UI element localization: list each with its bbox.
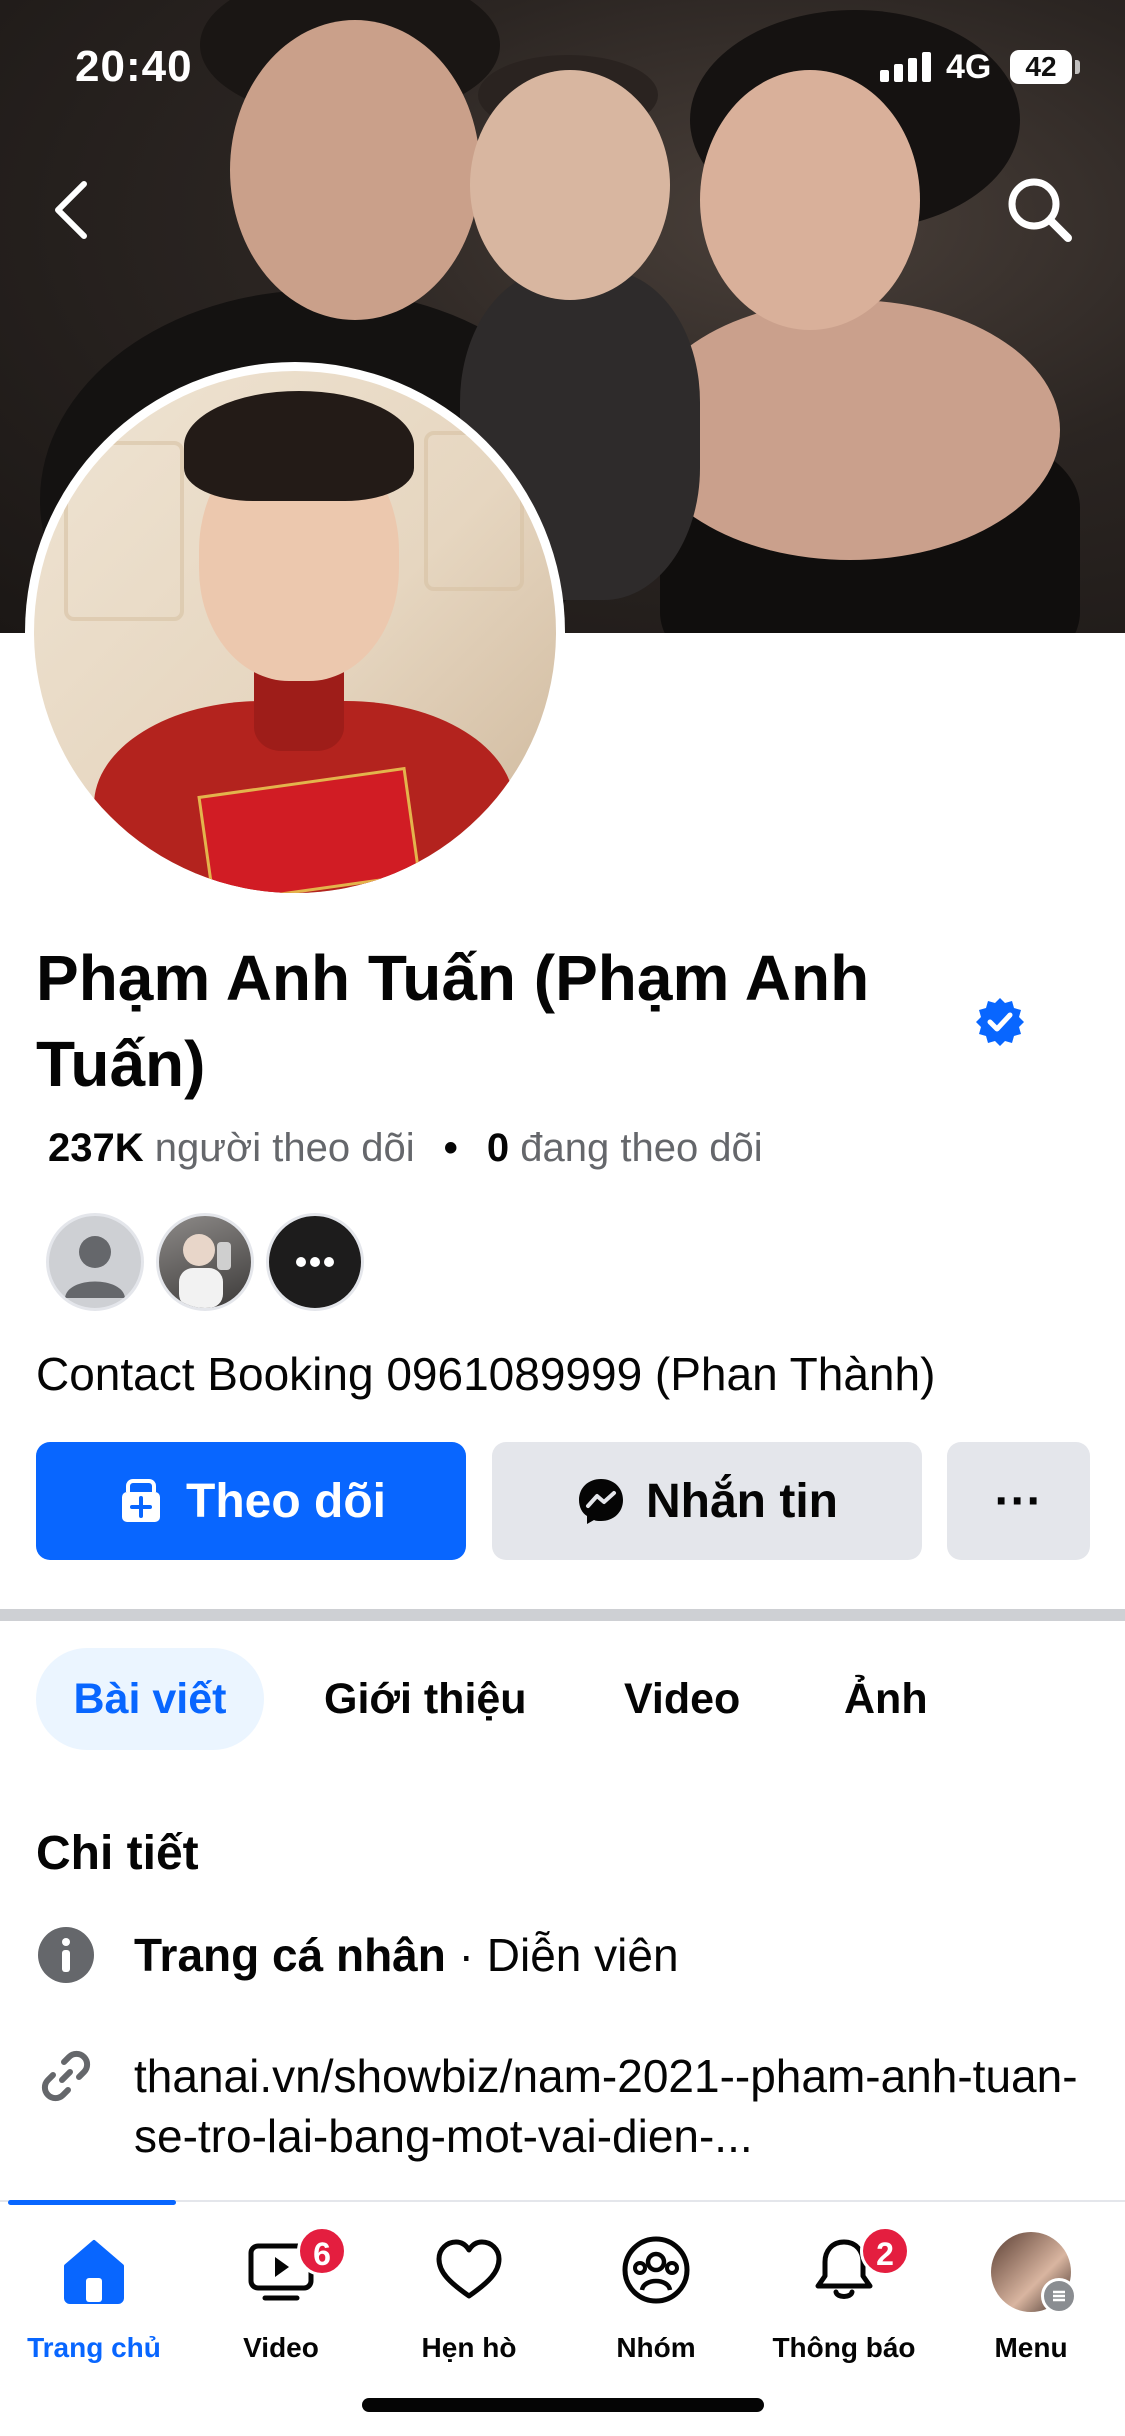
- nav-label: Menu: [994, 2332, 1068, 2363]
- nav-notifications[interactable]: 2 Thông báo: [750, 2226, 938, 2382]
- following-label: đang theo dõi: [520, 1126, 763, 1170]
- details-heading: Chi tiết: [36, 1827, 199, 1880]
- message-label: Nhắn tin: [646, 1474, 838, 1528]
- followers-count: 237K: [48, 1126, 144, 1170]
- nav-label: Nhóm: [616, 2332, 696, 2363]
- nav-label: Trang chủ: [27, 2332, 161, 2363]
- follow-stats[interactable]: 237K người theo dõi • 0 đang theo dõi: [48, 1126, 763, 1171]
- tab-posts[interactable]: Bài viết: [36, 1648, 264, 1750]
- followers-label: người theo dõi: [154, 1126, 415, 1170]
- follow-label: Theo dõi: [186, 1474, 386, 1528]
- section-divider: [0, 1609, 1125, 1621]
- nav-groups[interactable]: Nhóm: [562, 2232, 750, 2382]
- follower-photo: [179, 1234, 231, 1308]
- more-icon: [296, 1257, 334, 1267]
- tab-video[interactable]: Video: [624, 1648, 740, 1750]
- following-count: 0: [486, 1126, 510, 1170]
- verified-badge-icon: [976, 998, 1024, 1046]
- status-bar: 20:40 4G 42: [0, 0, 1125, 140]
- battery-icon: 42: [1010, 50, 1072, 84]
- cover-figure: [640, 300, 1060, 560]
- back-icon: [55, 181, 87, 239]
- nav-video[interactable]: 6 Video: [187, 2226, 375, 2382]
- network-type: 4G: [946, 48, 992, 86]
- search-icon: [1008, 178, 1072, 242]
- profile-bio: Contact Booking 0961089999 (Phan Thành): [36, 1348, 936, 1400]
- more-options-button[interactable]: ···: [947, 1442, 1090, 1560]
- more-options-icon: ···: [994, 1474, 1043, 1528]
- home-indicator: [362, 2398, 764, 2412]
- nav-label: Video: [243, 2332, 319, 2363]
- message-button[interactable]: Nhắn tin: [492, 1442, 922, 1560]
- signal-icon: [880, 52, 931, 82]
- default-person-icon: [65, 1236, 125, 1298]
- detail-category-row: Trang cá nhân · Diễn viên: [36, 1925, 1096, 1985]
- stats-separator: •: [443, 1126, 458, 1170]
- follower-avatars[interactable]: [46, 1213, 376, 1311]
- nav-menu[interactable]: Menu: [937, 2232, 1125, 2382]
- avatar-hair: [184, 391, 414, 501]
- more-followers-button[interactable]: [266, 1213, 364, 1311]
- avatar-background-detail: [424, 431, 524, 591]
- detail-link-row[interactable]: thanai.vn/showbiz/nam-2021--pham-anh-tua…: [36, 2046, 1096, 2176]
- avatar-collar: [254, 671, 344, 751]
- status-time: 20:40: [75, 42, 193, 91]
- heart-icon: [436, 2239, 502, 2299]
- follow-icon: [122, 1479, 161, 1522]
- messenger-icon: [579, 1479, 623, 1524]
- detail-category: Trang cá nhân · Diễn viên: [134, 1925, 679, 1985]
- battery-tip: [1075, 60, 1080, 74]
- back-button[interactable]: [44, 170, 104, 250]
- category-separator: ·: [445, 1929, 487, 1981]
- follower-avatar[interactable]: [46, 1213, 144, 1311]
- profile-avatar[interactable]: [34, 371, 556, 893]
- nav-dating[interactable]: Hẹn hò: [375, 2232, 563, 2382]
- category-label: Trang cá nhân: [134, 1929, 446, 1981]
- link-icon: [41, 2050, 91, 2102]
- follower-avatar[interactable]: [156, 1213, 254, 1311]
- website-link[interactable]: thanai.vn/showbiz/nam-2021--pham-anh-tua…: [134, 2046, 1114, 2166]
- notification-badge: 2: [860, 2226, 910, 2276]
- groups-icon: [622, 2236, 690, 2304]
- active-tab-indicator: [8, 2200, 176, 2205]
- follow-button[interactable]: Theo dõi: [36, 1442, 466, 1560]
- category-value: Diễn viên: [486, 1929, 679, 1981]
- info-icon: [38, 1927, 94, 1983]
- tab-about[interactable]: Giới thiệu: [324, 1648, 527, 1750]
- profile-name: Phạm Anh Tuấn (Phạm Anh Tuấn): [36, 942, 870, 1100]
- menu-badge-icon: [1041, 2278, 1077, 2314]
- avatar-background-detail: [64, 441, 184, 621]
- home-icon: [64, 2240, 124, 2304]
- nav-label: Thông báo: [772, 2332, 916, 2363]
- nav-home[interactable]: Trang chủ: [0, 2232, 188, 2382]
- search-button[interactable]: [1000, 170, 1080, 250]
- nav-label: Hẹn hò: [421, 2332, 517, 2363]
- notification-badge: 6: [297, 2226, 347, 2276]
- tab-photos[interactable]: Ảnh: [844, 1648, 928, 1750]
